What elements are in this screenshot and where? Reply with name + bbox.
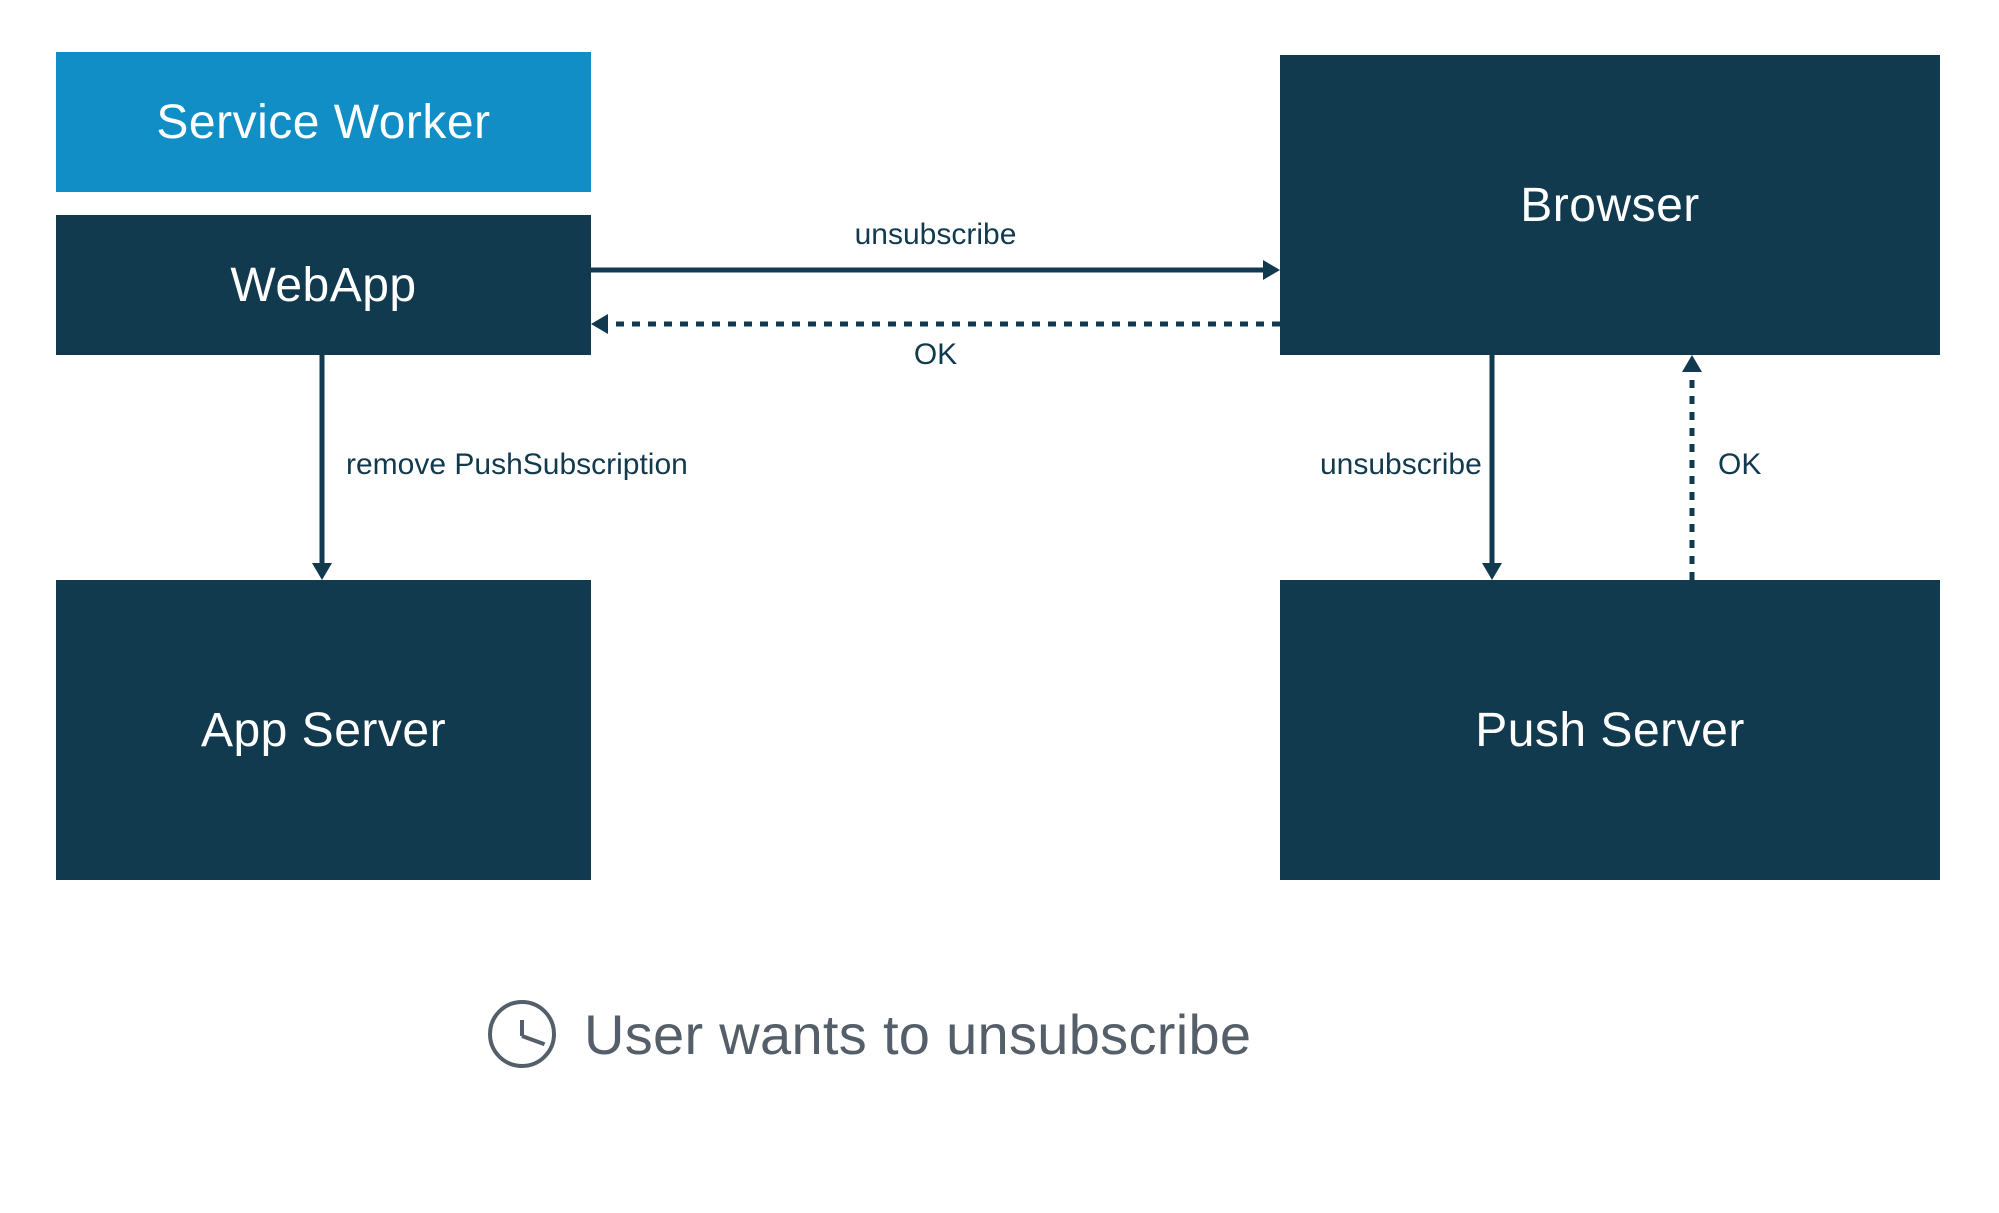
node-service-worker: Service Worker: [56, 52, 591, 192]
label-browser-to-webapp-ok: OK: [591, 338, 1280, 372]
node-push-server: Push Server: [1280, 580, 1940, 880]
node-service-worker-label: Service Worker: [156, 95, 490, 150]
node-browser: Browser: [1280, 55, 1940, 355]
caption-text: User wants to unsubscribe: [584, 1002, 1251, 1067]
node-app-server: App Server: [56, 580, 591, 880]
node-webapp: WebApp: [56, 215, 591, 355]
label-webapp-to-appserver: remove PushSubscription: [346, 448, 688, 482]
diagram-canvas: Service Worker WebApp Browser App Server…: [0, 0, 1999, 1213]
node-push-server-label: Push Server: [1475, 703, 1745, 758]
arrow-webapp-to-browser: [591, 258, 1280, 282]
arrow-pushserver-to-browser-ok: [1680, 355, 1704, 580]
label-browser-to-pushserver: unsubscribe: [1320, 448, 1482, 482]
caption: User wants to unsubscribe: [488, 1000, 1251, 1068]
arrow-webapp-to-appserver: [310, 355, 334, 580]
node-app-server-label: App Server: [201, 703, 446, 758]
arrow-browser-to-pushserver: [1480, 355, 1504, 580]
label-pushserver-to-browser-ok: OK: [1718, 448, 1761, 482]
label-webapp-to-browser: unsubscribe: [591, 218, 1280, 252]
node-webapp-label: WebApp: [230, 258, 416, 313]
clock-icon: [488, 1000, 556, 1068]
node-browser-label: Browser: [1520, 178, 1700, 233]
arrow-browser-to-webapp-ok: [591, 312, 1280, 336]
